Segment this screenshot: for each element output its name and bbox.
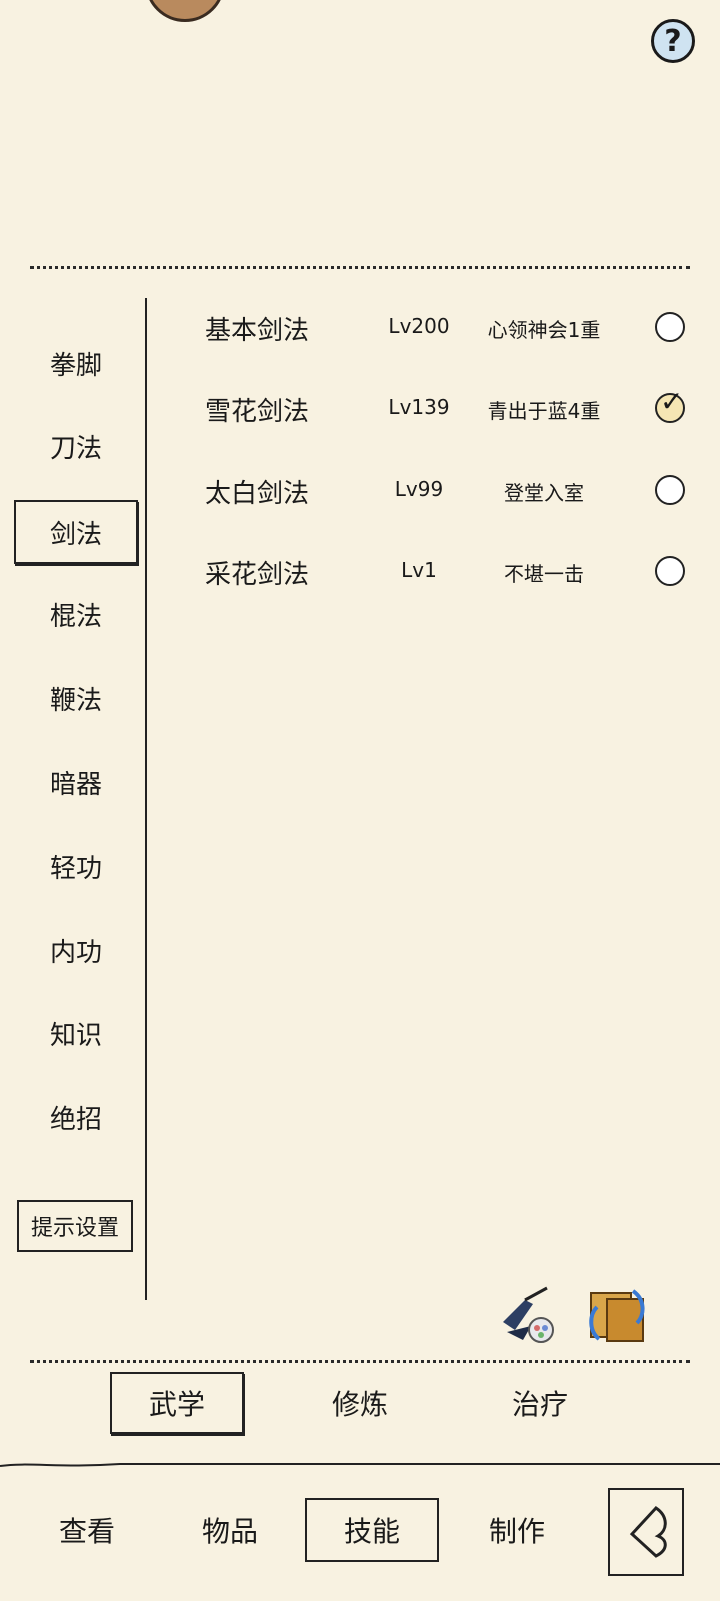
sidebar-item-juezhao[interactable]: 绝招: [14, 1087, 138, 1147]
top-divider: [30, 266, 690, 269]
nav-craft[interactable]: 制作: [450, 1498, 584, 1562]
sidebar-item-label: 知识: [49, 1020, 102, 1051]
tab-xiulian[interactable]: 修炼: [293, 1372, 427, 1434]
nav-skills[interactable]: 技能: [305, 1498, 439, 1562]
skill-level: Lv99: [394, 477, 444, 501]
help-button[interactable]: ?: [651, 19, 695, 63]
sidebar-item-label: 鞭法: [49, 685, 102, 716]
nav-items[interactable]: 物品: [163, 1498, 297, 1562]
skill-level: Lv139: [388, 395, 450, 419]
skill-level: Lv200: [388, 314, 450, 338]
skill-row[interactable]: 采花剑法 Lv1 不堪一击: [205, 546, 700, 596]
tab-label: 武学: [148, 1388, 205, 1421]
character-avatar[interactable]: [145, 0, 225, 22]
skill-select-radio[interactable]: [655, 556, 685, 586]
book-swap-icon[interactable]: [585, 1285, 651, 1345]
skill-select-radio[interactable]: [655, 475, 685, 505]
sidebar-item-gunfa[interactable]: 棍法: [14, 584, 138, 644]
scroll-edge-decoration: [0, 1463, 720, 1467]
tabs-divider: [30, 1360, 690, 1363]
sidebar-item-label: 内功: [49, 937, 102, 968]
nav-label: 物品: [201, 1515, 258, 1548]
sidebar-item-label: 刀法: [49, 433, 102, 464]
back-button[interactable]: [608, 1488, 684, 1576]
sidebar-item-label: 拳脚: [49, 350, 102, 381]
skill-name: 基本剑法: [205, 316, 310, 346]
skill-rank: 心领神会1重: [487, 318, 601, 342]
sidebar-item-label: 轻功: [49, 853, 102, 884]
sidebar-item-qinggong[interactable]: 轻功: [14, 836, 138, 896]
sidebar-item-daofa[interactable]: 刀法: [14, 416, 138, 476]
skill-row[interactable]: 基本剑法 Lv200 心领神会1重: [205, 302, 700, 352]
swordsman-icon[interactable]: [495, 1282, 557, 1348]
sidebar-item-quanjiao[interactable]: 拳脚: [14, 333, 138, 393]
checkmark-icon: ✓: [660, 385, 684, 418]
sidebar-item-anqi[interactable]: 暗器: [14, 752, 138, 812]
question-icon: ?: [664, 23, 682, 59]
back-arrow-icon: [629, 1506, 667, 1558]
skill-row[interactable]: 太白剑法 Lv99 登堂入室: [205, 465, 700, 515]
sidebar-item-zhishi[interactable]: 知识: [14, 1003, 138, 1063]
skill-name: 采花剑法: [205, 560, 310, 590]
nav-label: 制作: [488, 1515, 545, 1548]
skill-level: Lv1: [401, 558, 437, 582]
sidebar-item-jianfa[interactable]: 剑法: [14, 500, 138, 564]
sidebar-item-label: 剑法: [49, 519, 102, 550]
nav-view[interactable]: 查看: [20, 1498, 154, 1562]
sidebar-item-label: 绝招: [49, 1104, 102, 1135]
skill-row[interactable]: 雪花剑法 Lv139 青出于蓝4重 ✓: [205, 383, 700, 433]
skill-select-radio[interactable]: [655, 312, 685, 342]
nav-label: 技能: [343, 1515, 400, 1548]
tab-wuxue[interactable]: 武学: [110, 1372, 244, 1434]
tab-label: 修炼: [331, 1388, 388, 1421]
skill-rank: 登堂入室: [504, 481, 584, 505]
sidebar-item-label: 暗器: [49, 769, 102, 800]
sidebar-item-neigong[interactable]: 内功: [14, 920, 138, 980]
sidebar-item-bianfa[interactable]: 鞭法: [14, 668, 138, 728]
skill-rank: 不堪一击: [504, 562, 584, 586]
hint-settings-button[interactable]: 提示设置: [17, 1200, 133, 1252]
skill-select-radio[interactable]: ✓: [655, 387, 685, 423]
sidebar-item-label: 棍法: [49, 601, 102, 632]
tab-zhiliao[interactable]: 治疗: [473, 1372, 607, 1434]
skill-name: 雪花剑法: [205, 397, 310, 427]
sidebar-divider: [145, 298, 147, 1300]
nav-label: 查看: [58, 1515, 115, 1548]
skill-name: 太白剑法: [205, 479, 310, 509]
skill-rank: 青出于蓝4重: [487, 399, 601, 423]
tab-label: 治疗: [511, 1388, 568, 1421]
